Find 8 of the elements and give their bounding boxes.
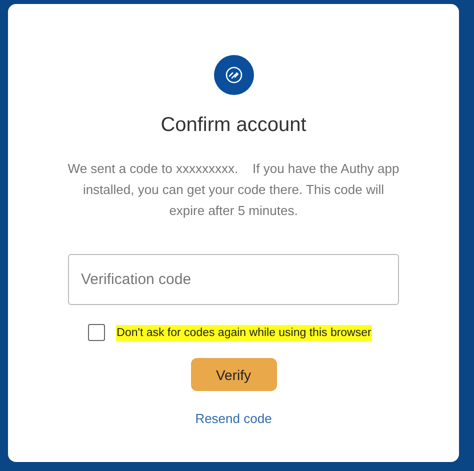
logo-icon [214,55,254,95]
verify-button[interactable]: Verify [190,358,276,391]
message-text: We sent a code to xxxxxxxxx. If you have the Authy app installed, you can get your code there. This code will expire after 5 minutes. [66,160,400,220]
verification-code-field[interactable]: Verification code [68,254,399,305]
resend-code-link[interactable]: Resend code [195,411,272,426]
checkbox[interactable] [88,324,105,341]
dialog-title: Confirm account [160,113,306,137]
checkbox-label: Don't ask for codes again while using this browser [116,324,372,340]
